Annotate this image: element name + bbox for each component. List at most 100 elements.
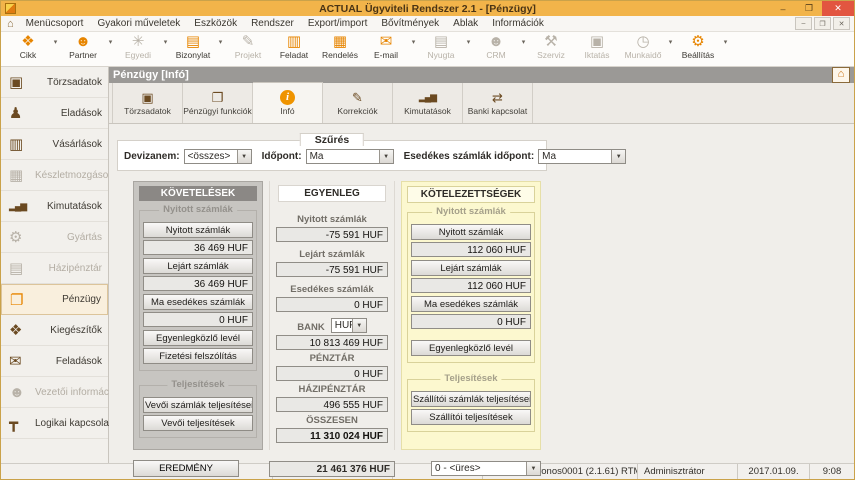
- customer-settlements-button[interactable]: Vevői teljesítések: [143, 415, 253, 431]
- liabilities-due-today-button[interactable]: Ma esedékes számlák: [411, 296, 531, 312]
- receivables-title: KÖVETELÉSEK: [139, 186, 257, 201]
- beallitas-dropdown-arrow-icon[interactable]: ▾: [721, 38, 730, 46]
- payment-reminder-button[interactable]: Fizetési felszólítás: [143, 348, 253, 364]
- receivables-settlements-group: Teljesítések Vevői számlák teljesítései …: [139, 385, 257, 438]
- crm-dropdown-arrow-icon[interactable]: ▾: [519, 38, 528, 46]
- title-bar: ACTUAL Ügyviteli Rendszer 2.1 - [Pénzügy…: [1, 1, 854, 16]
- sidebar-item-penzugy[interactable]: ❐ Pénzügy: [1, 284, 108, 315]
- balance-due-invoices-label: Esedékes számlák: [276, 284, 388, 295]
- cikk-dropdown-arrow-icon[interactable]: ▾: [51, 38, 60, 46]
- balance-due-invoices-value: 0 HUF: [276, 297, 388, 312]
- tab-info[interactable]: i Infó: [253, 82, 323, 123]
- balance-letter-button[interactable]: Egyenlegközlő levél: [143, 330, 253, 346]
- customer-invoice-settlements-button[interactable]: Vevői számlák teljesítései: [143, 397, 253, 413]
- menu-bovitmenyek[interactable]: Bővítmények: [374, 18, 446, 29]
- sidebar-item-eladasok[interactable]: ♟ Eladások: [1, 98, 108, 129]
- receivables-overdue-invoices-button[interactable]: Lejárt számlák: [143, 258, 253, 274]
- partner-dropdown-arrow-icon[interactable]: ▾: [106, 38, 115, 46]
- money-functions-icon: ❐: [212, 90, 224, 105]
- cash-desk-value: 0 HUF: [276, 366, 388, 381]
- tab-korrekciok[interactable]: ✎ Korrekciók: [323, 83, 393, 123]
- money-banknotes-icon: ❐: [10, 291, 36, 309]
- petty-cash-label: HÁZIPÉNZTÁR: [276, 384, 388, 395]
- result-select[interactable]: 0 - <üres> ▼: [431, 461, 541, 476]
- receivables-overdue-invoices-value: 36 469 HUF: [143, 276, 253, 291]
- menu-rendszer[interactable]: Rendszer: [244, 18, 301, 29]
- supplier-invoice-settlements-button[interactable]: Szállítói számlák teljesítései: [411, 391, 531, 407]
- tab-strip: ▣ Törzsadatok ❐ Pénzügyi funkciók i Infó…: [109, 83, 854, 124]
- liabilities-balance-letter-button[interactable]: Egyenlegközlő levél: [411, 340, 531, 356]
- menu-menucsoport[interactable]: Menücsoport: [19, 18, 91, 29]
- sidebar-item-kiegeszitok[interactable]: ❖ Kiegészítők: [1, 315, 108, 346]
- tab-torzsadatok[interactable]: ▣ Törzsadatok: [112, 83, 183, 123]
- shopping-cart-icon: ▥: [9, 135, 35, 153]
- page-title: Pénzügy [Infó]: [113, 69, 189, 81]
- liabilities-open-invoices-group: Nyitott számlák Nyitott számlák 112 060 …: [407, 212, 535, 363]
- result-value: 21 461 376 HUF: [269, 461, 395, 477]
- sidebar-item-keszletmozgasok: ▦ Készletmozgások: [1, 160, 108, 191]
- due-date-select[interactable]: Ma ▼: [538, 149, 626, 164]
- bank-currency-select[interactable]: HUF ▼: [331, 318, 367, 333]
- toolbar-feladat[interactable]: ▥ Feladat: [271, 33, 317, 60]
- toolbar-email[interactable]: ✉ E-mail: [363, 33, 409, 60]
- menu-ablak[interactable]: Ablak: [446, 18, 485, 29]
- mdi-minimize-button[interactable]: –: [795, 17, 812, 30]
- dropdown-arrow-icon: ▼: [379, 150, 393, 163]
- currency-select[interactable]: <összes> ▼: [184, 149, 252, 164]
- project-icon: ✎: [242, 33, 255, 50]
- result-button[interactable]: EREDMÉNY: [133, 460, 239, 477]
- close-button[interactable]: ✕: [822, 1, 854, 16]
- content-header: Pénzügy [Infó] ⌂: [109, 67, 854, 83]
- toolbar-munkaido: ◷ Munkaidő: [620, 33, 666, 60]
- bizonylat-dropdown-arrow-icon[interactable]: ▾: [216, 38, 225, 46]
- mdi-close-button[interactable]: ✕: [833, 17, 850, 30]
- sidebar-item-feladasok[interactable]: ✉ Feladások: [1, 346, 108, 377]
- tools-icon: ⚒: [544, 33, 557, 50]
- tab-kimutatasok[interactable]: ▂▄▆ Kimutatások: [393, 83, 463, 123]
- sidebar-item-logikai-kapcsolat[interactable]: ┳ Logikai kapcsolat: [1, 408, 108, 439]
- toolbar-rendeles[interactable]: ▦ Rendelés: [317, 33, 363, 60]
- balance-title: EGYENLEG: [278, 185, 386, 202]
- toolbar-partner[interactable]: ☻ Partner: [60, 33, 106, 60]
- balance-overdue-invoices-value: -75 591 HUF: [276, 262, 388, 277]
- stock-grid-icon: ▦: [9, 166, 35, 184]
- receivables-open-invoices-button[interactable]: Nyitott számlák: [143, 222, 253, 238]
- mdi-restore-button[interactable]: ❐: [814, 17, 831, 30]
- menu-gyakori-muveletek[interactable]: Gyakori műveletek: [90, 18, 187, 29]
- menu-export-import[interactable]: Export/import: [301, 18, 374, 29]
- date-select[interactable]: Ma ▼: [306, 149, 394, 164]
- sidebar-item-vasarlasok[interactable]: ▥ Vásárlások: [1, 129, 108, 160]
- tab-banki-kapcsolat[interactable]: ⇄ Banki kapcsolat: [463, 83, 533, 123]
- email-dropdown-arrow-icon[interactable]: ▾: [409, 38, 418, 46]
- balance-open-invoices-label: Nyitott számlák: [276, 214, 388, 225]
- restore-button[interactable]: ❐: [796, 1, 822, 16]
- toolbar-iktatas: ▣ Iktatás: [574, 33, 620, 60]
- toolbar-cikk[interactable]: ❖ Cikk: [5, 33, 51, 60]
- sidebar-item-hazipenztar: ▤ Házipénztár: [1, 253, 108, 284]
- sales-person-icon: ♟: [9, 104, 35, 122]
- liabilities-open-invoices-button[interactable]: Nyitott számlák: [411, 224, 531, 240]
- minimize-button[interactable]: –: [770, 1, 796, 16]
- egyedi-dropdown-arrow-icon[interactable]: ▾: [161, 38, 170, 46]
- liabilities-title: KÖTELEZETTSÉGEK: [407, 186, 535, 203]
- sidebar-item-kimutatasok[interactable]: ▂▄▆ Kimutatások: [1, 191, 108, 222]
- menu-eszkozok[interactable]: Eszközök: [187, 18, 244, 29]
- bar-chart-icon: ▂▄▆: [9, 199, 35, 214]
- home-icon[interactable]: ⌂: [832, 67, 850, 83]
- toolbar-bizonylat[interactable]: ▤ Bizonylat: [170, 33, 216, 60]
- settings-gear-icon: ⚙: [691, 33, 704, 50]
- supplier-settlements-button[interactable]: Szállítói teljesítések: [411, 409, 531, 425]
- nyugta-dropdown-arrow-icon[interactable]: ▾: [464, 38, 473, 46]
- liabilities-overdue-invoices-button[interactable]: Lejárt számlák: [411, 260, 531, 276]
- receivables-open-invoices-group: Nyitott számlák Nyitott számlák 36 469 H…: [139, 210, 257, 371]
- receivables-due-today-button[interactable]: Ma esedékes számlák: [143, 294, 253, 310]
- filter-legend: Szűrés: [300, 133, 364, 146]
- sidebar-item-torzsadatok[interactable]: ▣ Törzsadatok: [1, 67, 108, 98]
- munkaido-dropdown-arrow-icon[interactable]: ▾: [666, 38, 675, 46]
- calendar-icon: ▦: [333, 33, 347, 50]
- partner-icon: ☻: [75, 33, 91, 50]
- menu-home-icon[interactable]: ⌂: [7, 18, 14, 30]
- tab-penzugyi-funkciok[interactable]: ❐ Pénzügyi funkciók: [183, 83, 253, 123]
- menu-informaciok[interactable]: Információk: [485, 18, 551, 29]
- toolbar-beallitas[interactable]: ⚙ Beállítás: [675, 33, 721, 60]
